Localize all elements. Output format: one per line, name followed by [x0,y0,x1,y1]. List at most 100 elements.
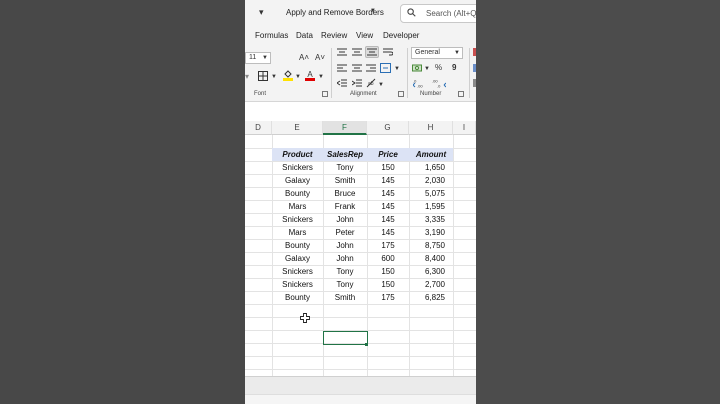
header-cell-amount[interactable]: Amount [409,148,453,161]
cell-product[interactable]: Mars [272,226,323,239]
cell-product[interactable]: Galaxy [272,174,323,187]
cell-salesrep[interactable]: Smith [323,174,367,187]
quick-access-dropdown-icon[interactable]: ▾ [259,7,264,18]
search-input[interactable]: Search (Alt+Q) [400,4,476,23]
align-top-icon[interactable] [337,48,347,56]
cell-amount[interactable]: 6,825 [409,291,453,304]
cell-amount[interactable]: 1,595 [409,200,453,213]
active-cell-selection[interactable] [323,331,368,345]
cell-price[interactable]: 150 [367,265,409,278]
alignment-dialog-launcher-icon[interactable] [398,91,404,97]
merge-center-icon[interactable] [380,63,391,73]
header-cell-salesrep[interactable]: SalesRep [323,148,367,161]
percent-style-button[interactable]: % [435,63,442,73]
cell-price[interactable]: 150 [367,278,409,291]
merge-chevron-icon[interactable]: ▼ [394,64,400,74]
number-dialog-launcher-icon[interactable] [458,91,464,97]
font-color-chevron-icon[interactable]: ▼ [318,72,324,82]
title-chevron-down-icon[interactable]: ▼ [370,8,376,14]
accounting-chevron-icon[interactable]: ▼ [424,64,430,74]
cell-salesrep[interactable]: Peter [323,226,367,239]
borders-icon[interactable] [258,71,268,81]
header-cell-price[interactable]: Price [367,148,409,161]
align-bottom-button[interactable] [365,46,379,58]
cell-salesrep[interactable]: Smith [323,291,367,304]
cell-styles-icon[interactable] [473,79,476,87]
cell-salesrep[interactable]: Tony [323,265,367,278]
font-dialog-launcher-icon[interactable] [322,91,328,97]
tab-data[interactable]: Data [296,31,313,40]
orientation-chevron-icon[interactable]: ▼ [378,80,384,90]
cell-salesrep[interactable]: John [323,252,367,265]
header-cell-product[interactable]: Product [272,148,323,161]
align-right-icon[interactable] [366,64,376,72]
font-size-select[interactable]: 11 ▼ [245,52,271,64]
cell-price[interactable]: 175 [367,239,409,252]
grow-font-button[interactable]: A˄ [299,53,309,63]
cell-price[interactable]: 145 [367,213,409,226]
wrap-text-icon[interactable] [383,48,393,56]
cell-salesrep[interactable]: Bruce [323,187,367,200]
align-center-icon[interactable] [352,64,362,72]
comma-style-button[interactable]: 9 [452,63,456,73]
fill-color-icon[interactable] [283,69,293,81]
cell-product[interactable]: Bounty [272,239,323,252]
column-header-i[interactable]: I [453,121,476,135]
worksheet-grid[interactable]: Product SalesRep Price Amount Snickers T… [245,135,476,376]
cell-price[interactable]: 145 [367,174,409,187]
increase-indent-icon[interactable] [352,79,362,87]
cell-product[interactable]: Bounty [272,187,323,200]
cell-price[interactable]: 600 [367,252,409,265]
cell-product[interactable]: Snickers [272,213,323,226]
cell-price[interactable]: 150 [367,161,409,174]
cell-amount[interactable]: 2,030 [409,174,453,187]
column-header-d[interactable]: D [245,121,272,135]
tab-developer[interactable]: Developer [383,31,419,40]
cell-amount[interactable]: 8,750 [409,239,453,252]
cell-amount[interactable]: 1,650 [409,161,453,174]
border-dropdown-icon[interactable]: ▾ [245,72,249,82]
fill-color-chevron-icon[interactable]: ▼ [295,72,301,82]
align-left-icon[interactable] [337,64,347,72]
cell-product[interactable]: Snickers [272,278,323,291]
column-header-h[interactable]: H [409,121,453,135]
cell-product[interactable]: Mars [272,200,323,213]
format-as-table-icon[interactable] [473,64,476,72]
cell-salesrep[interactable]: John [323,213,367,226]
cell-price[interactable]: 175 [367,291,409,304]
accounting-format-icon[interactable] [412,64,422,73]
cell-price[interactable]: 145 [367,187,409,200]
fill-handle[interactable] [365,343,368,346]
cell-salesrep[interactable]: Frank [323,200,367,213]
cell-amount[interactable]: 6,300 [409,265,453,278]
cell-amount[interactable]: 2,700 [409,278,453,291]
column-header-f[interactable]: F [323,121,367,135]
column-header-e[interactable]: E [272,121,323,135]
cell-salesrep[interactable]: Tony [323,278,367,291]
sheet-tab-strip[interactable] [245,394,476,404]
borders-chevron-icon[interactable]: ▼ [271,72,277,82]
tab-review[interactable]: Review [321,31,347,40]
font-color-icon[interactable]: A [305,69,315,81]
increase-decimal-icon[interactable]: .0.00 [413,78,427,88]
number-format-select[interactable]: General ▼ [411,47,463,59]
conditional-format-icon[interactable] [473,48,476,56]
cell-product[interactable]: Snickers [272,161,323,174]
cell-price[interactable]: 145 [367,200,409,213]
tab-formulas[interactable]: Formulas [255,31,288,40]
cell-salesrep[interactable]: John [323,239,367,252]
cell-product[interactable]: Galaxy [272,252,323,265]
cell-amount[interactable]: 3,335 [409,213,453,226]
cell-salesrep[interactable]: Tony [323,161,367,174]
decrease-indent-icon[interactable] [337,79,347,87]
tab-view[interactable]: View [356,31,373,40]
orientation-icon[interactable]: ab [366,78,376,88]
align-middle-icon[interactable] [352,48,362,56]
cell-product[interactable]: Bounty [272,291,323,304]
column-header-g[interactable]: G [367,121,409,135]
cell-amount[interactable]: 5,075 [409,187,453,200]
shrink-font-button[interactable]: A˅ [315,53,325,63]
cell-amount[interactable]: 8,400 [409,252,453,265]
cell-amount[interactable]: 3,190 [409,226,453,239]
decrease-decimal-icon[interactable]: .00.0 [432,78,446,88]
